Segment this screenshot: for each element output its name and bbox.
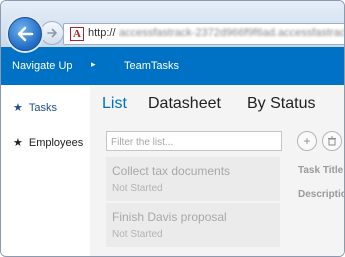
suite-bar: Navigate Up ▸ TeamTasks <box>1 47 344 85</box>
url-host: accessfastrack-2372d966f9f6ad.accessfast… <box>119 27 345 39</box>
access-app-icon: A <box>70 27 84 41</box>
field-label-task-title: Task Title <box>298 165 344 176</box>
app-title-link[interactable]: TeamTasks <box>124 60 179 72</box>
nav-item-tasks[interactable]: ★ Tasks <box>13 101 57 115</box>
url-protocol: http:// <box>88 27 116 39</box>
star-icon: ★ <box>13 102 23 114</box>
item-title: Finish Davis proposal <box>112 210 227 224</box>
tab-datasheet[interactable]: Datasheet <box>148 95 221 113</box>
main-content: List Datasheet By Status Collect tax doc… <box>90 85 344 256</box>
add-button[interactable]: + <box>297 131 317 151</box>
trash-icon <box>328 136 336 146</box>
nav-item-employees[interactable]: ★ Employees <box>13 136 84 150</box>
nav-item-label: Tasks <box>28 101 57 114</box>
browser-window: A http:// accessfastrack-2372d966f9f6ad.… <box>0 0 345 257</box>
filter-box <box>106 131 282 151</box>
star-icon: ★ <box>13 137 23 149</box>
filter-input[interactable] <box>107 134 275 151</box>
item-title: Collect tax documents <box>112 164 231 178</box>
address-bar[interactable]: A http:// accessfastrack-2372d966f9f6ad.… <box>63 23 345 45</box>
list-item[interactable]: Collect tax documents Not Started <box>106 157 280 201</box>
browser-toolbar: A http:// accessfastrack-2372d966f9f6ad.… <box>1 1 345 51</box>
forward-button[interactable] <box>40 21 64 45</box>
item-status: Not Started <box>112 183 163 194</box>
nav-item-label: Employees <box>28 136 84 149</box>
tab-list[interactable]: List <box>102 95 127 113</box>
field-label-description: Description <box>298 189 344 200</box>
arrow-right-icon <box>47 28 57 38</box>
back-button[interactable] <box>8 17 42 51</box>
caret-right-icon: ▸ <box>91 59 96 69</box>
left-navigation: ★ Tasks ★ Employees <box>1 85 90 256</box>
delete-button[interactable] <box>322 131 342 151</box>
tab-by-status[interactable]: By Status <box>247 95 315 113</box>
plus-icon: + <box>303 134 311 148</box>
list-item[interactable]: Finish Davis proposal Not Started <box>106 203 280 247</box>
navigate-up-link[interactable]: Navigate Up <box>12 60 73 72</box>
item-status: Not Started <box>112 229 163 240</box>
arrow-left-icon <box>17 26 34 42</box>
